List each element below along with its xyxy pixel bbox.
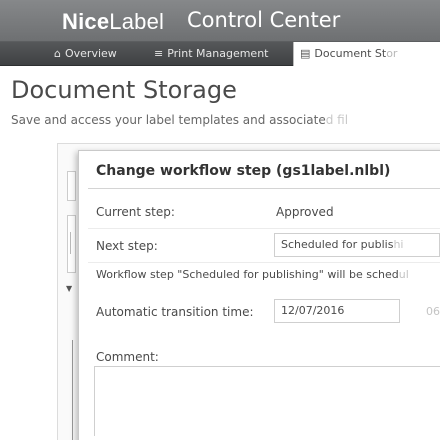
auto-transition-time-faded[interactable]: 06 [426, 305, 440, 318]
nicelabel-logo: NiceLabel [62, 9, 164, 35]
top-header: NiceLabel Control Center [0, 0, 440, 42]
logo-nice: Nice [62, 9, 110, 34]
background-divider-line [72, 340, 73, 440]
nav-document-storage-label: Document St [314, 47, 387, 60]
current-step-label: Current step: [96, 205, 175, 219]
background-divider [70, 232, 71, 254]
auto-transition-date-input[interactable]: 12/07/2016 [274, 299, 400, 323]
workflow-info-text-visible: Workflow step "Scheduled for publishing"… [96, 268, 399, 281]
logo-label: Label [109, 9, 165, 34]
current-step-value: Approved [276, 205, 334, 219]
home-icon: ⌂ [54, 47, 61, 60]
dialog-title-divider [88, 188, 440, 189]
document-storage-icon: ▤ [300, 47, 311, 60]
next-step-value-faded: hi [393, 238, 404, 251]
workflow-info-text: Workflow step "Scheduled for publishing"… [96, 268, 409, 281]
page-subtitle-text: Save and access your label templates and… [11, 113, 326, 127]
page-subtitle: Save and access your label templates and… [11, 113, 348, 127]
next-step-value: Scheduled for publis [281, 238, 394, 251]
workflow-info-text-faded: ul [398, 268, 409, 281]
auto-transition-date: 12/07/2016 [281, 304, 345, 317]
background-file-item[interactable] [67, 215, 76, 273]
nav-document-storage-label-faded: or [386, 47, 398, 60]
chevron-down-icon[interactable]: ▼ [66, 284, 72, 293]
nav-document-storage[interactable]: ▤ Document Stor [293, 42, 440, 66]
app-title: Control Center [187, 8, 341, 32]
page-title: Document Storage [11, 76, 237, 104]
nav-overview[interactable]: ⌂ Overview [54, 42, 117, 66]
comment-textarea[interactable] [94, 366, 440, 436]
auto-transition-label: Automatic transition time: [96, 305, 254, 319]
nav-print-management[interactable]: ≡ Print Management [154, 42, 268, 66]
nav-print-management-label: Print Management [167, 47, 269, 60]
row-divider [88, 262, 440, 263]
print-management-icon: ≡ [154, 47, 164, 60]
nav-overview-label: Overview [64, 47, 117, 60]
page-subtitle-faded: d fil [325, 113, 349, 127]
next-step-label: Next step: [96, 239, 158, 253]
comment-label: Comment: [96, 350, 159, 364]
main-nav: ⌂ Overview ≡ Print Management ▤ Document St… [0, 42, 440, 66]
control-center-page: NiceLabel Control Center ⌂ Overview ≡ Prin… [0, 0, 440, 440]
next-step-select[interactable]: Scheduled for publishi [274, 233, 440, 257]
row-divider [88, 228, 440, 229]
dialog-title: Change workflow step (gs1label.nlbl) [96, 163, 391, 179]
background-checkbox[interactable] [67, 171, 76, 201]
